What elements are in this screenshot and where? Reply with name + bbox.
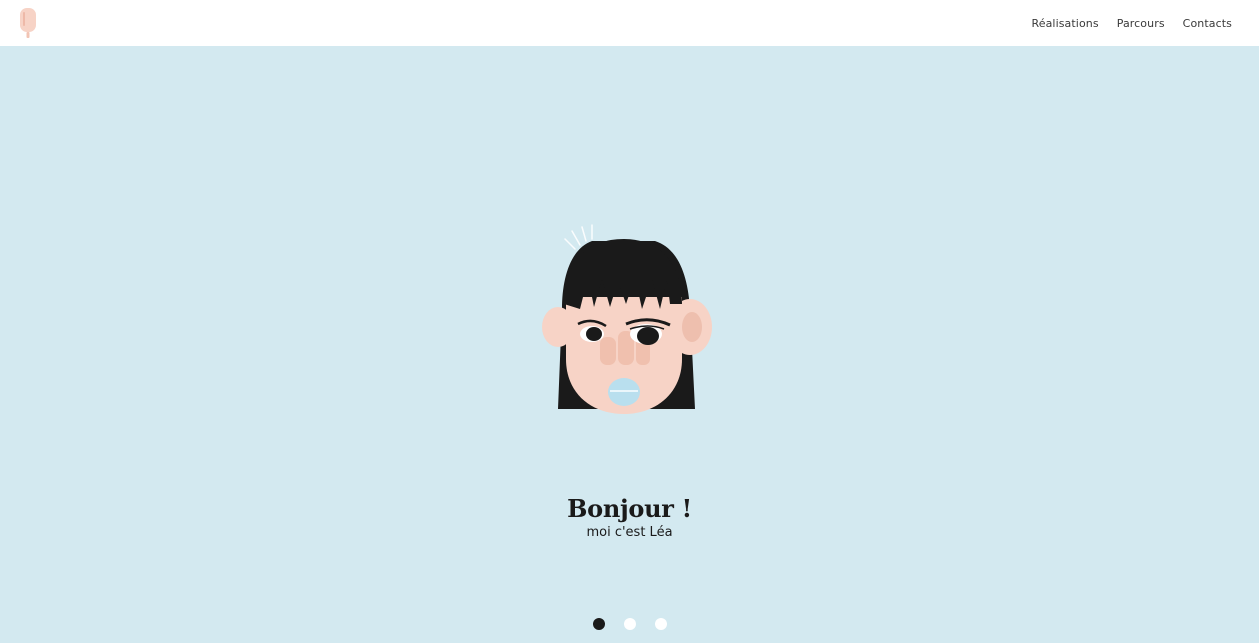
main-nav: Réalisations Parcours Contacts xyxy=(1031,0,1232,46)
slide-dot-1[interactable] xyxy=(592,618,605,630)
hero-title: Bonjour ! xyxy=(567,494,692,524)
nav-link-realisations[interactable]: Réalisations xyxy=(1031,17,1098,30)
popsicle-icon[interactable] xyxy=(17,7,39,39)
hero-section: Bonjour ! moi c'est Léa xyxy=(0,46,1259,643)
slide-pagination xyxy=(0,618,1259,630)
hero-subtitle: moi c'est Léa xyxy=(586,525,673,540)
nav-link-contacts[interactable]: Contacts xyxy=(1183,17,1232,30)
nav-link-parcours[interactable]: Parcours xyxy=(1117,17,1165,30)
girl-portrait-illustration xyxy=(542,224,712,414)
slide-dot-2[interactable] xyxy=(623,618,636,630)
slide-dot-3[interactable] xyxy=(654,618,667,630)
site-header: Réalisations Parcours Contacts xyxy=(0,0,1259,46)
